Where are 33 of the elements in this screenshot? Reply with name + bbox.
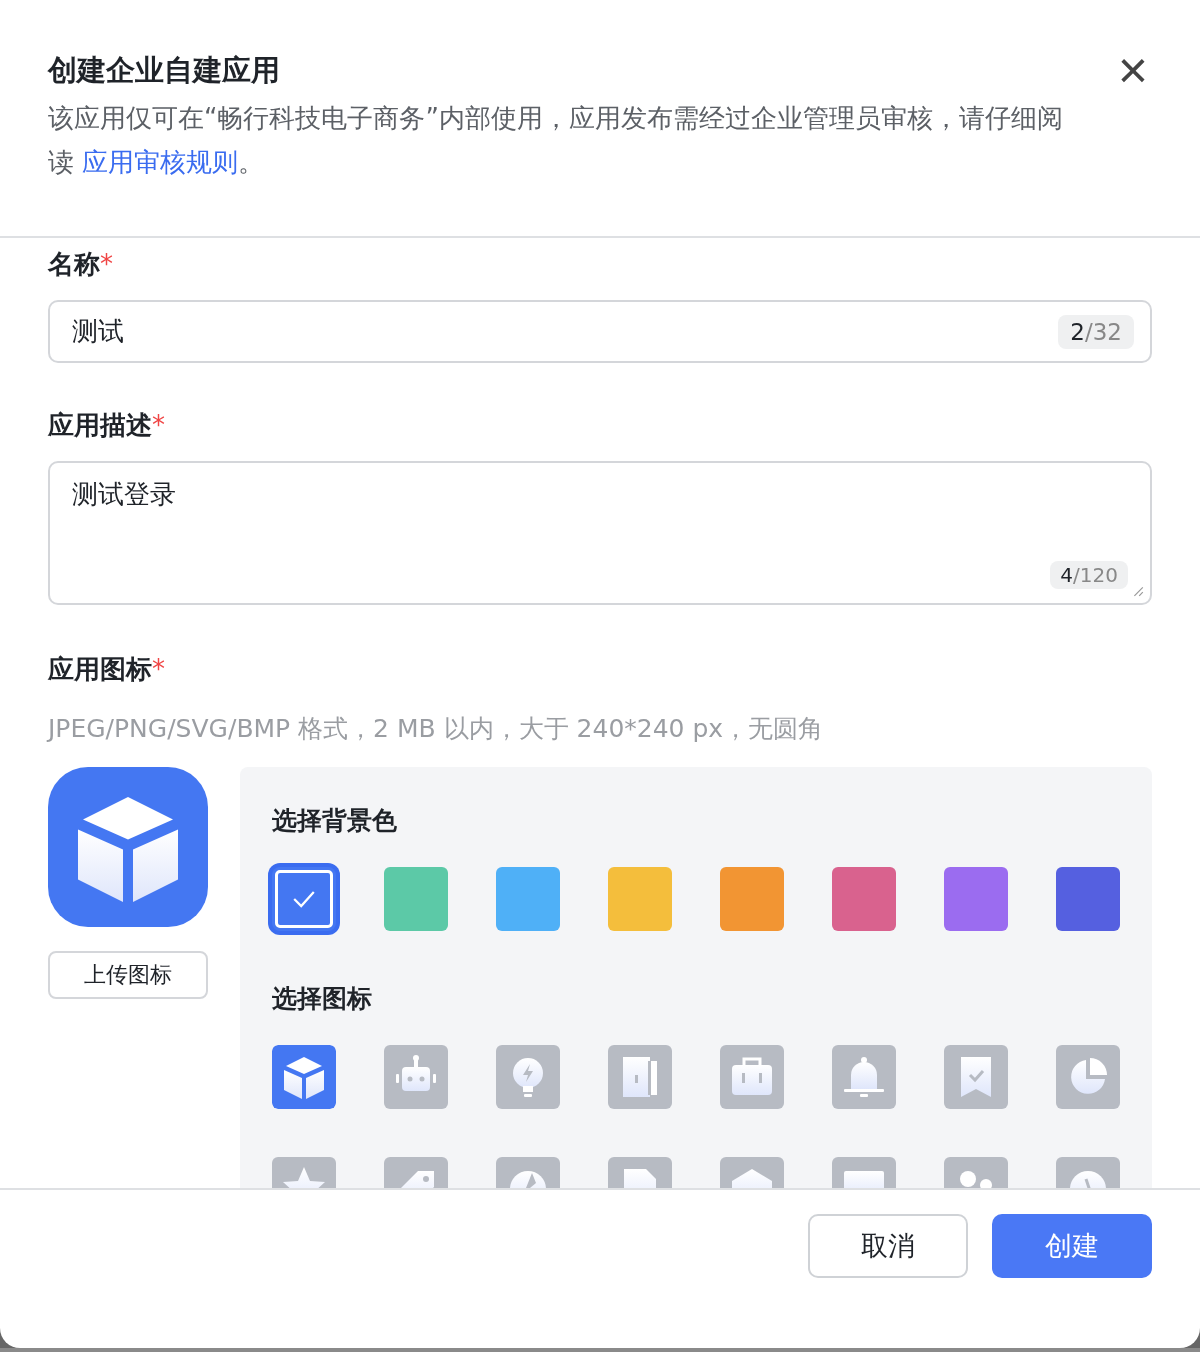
color-swatch[interactable]: [384, 867, 448, 931]
cube-icon[interactable]: [272, 1045, 336, 1109]
cancel-button[interactable]: 取消: [808, 1214, 968, 1278]
lightbulb-icon[interactable]: [496, 1045, 560, 1109]
door-icon[interactable]: [608, 1045, 672, 1109]
color-swatch[interactable]: [944, 867, 1008, 931]
robot-icon[interactable]: [384, 1045, 448, 1109]
bookmark-check-icon[interactable]: [944, 1045, 1008, 1109]
name-field[interactable]: 测试 2/32: [48, 300, 1152, 363]
pie-chart-icon[interactable]: [1056, 1045, 1120, 1109]
color-swatch[interactable]: [496, 867, 560, 931]
briefcase-icon[interactable]: [720, 1045, 784, 1109]
color-swatch[interactable]: [832, 867, 896, 931]
description-field[interactable]: 测试登录 4/120: [48, 461, 1152, 605]
resize-handle-icon[interactable]: [1132, 585, 1144, 597]
name-label: 名称*: [48, 248, 114, 281]
color-swatch[interactable]: [1056, 867, 1120, 931]
create-button[interactable]: 创建: [992, 1214, 1152, 1278]
character-counter: 4/120: [1050, 561, 1128, 589]
bell-icon[interactable]: [832, 1045, 896, 1109]
description-label: 应用描述*: [48, 409, 166, 442]
character-counter: 2/32: [1058, 314, 1134, 349]
close-button[interactable]: ×: [1113, 48, 1152, 92]
icon-heading: 选择图标: [272, 983, 373, 1015]
color-swatch[interactable]: [608, 867, 672, 931]
background-color-heading: 选择背景色: [272, 805, 398, 837]
dialog-description: 该应用仅可在“畅行科技电子商务”内部使用，应用发布需经过企业管理员审核，请仔细阅读 应用审核规则。: [48, 102, 1064, 179]
upload-icon-button[interactable]: 上传图标: [48, 951, 208, 999]
dialog-title: 创建企业自建应用: [48, 52, 280, 89]
rules-link[interactable]: 应用审核规则: [82, 147, 239, 177]
icon-hint: JPEG/PNG/SVG/BMP 格式，2 MB 以内，大于 240*240 px，无圆角: [48, 713, 825, 745]
icon-label: 应用图标*: [48, 653, 166, 686]
color-swatch[interactable]: [720, 867, 784, 931]
